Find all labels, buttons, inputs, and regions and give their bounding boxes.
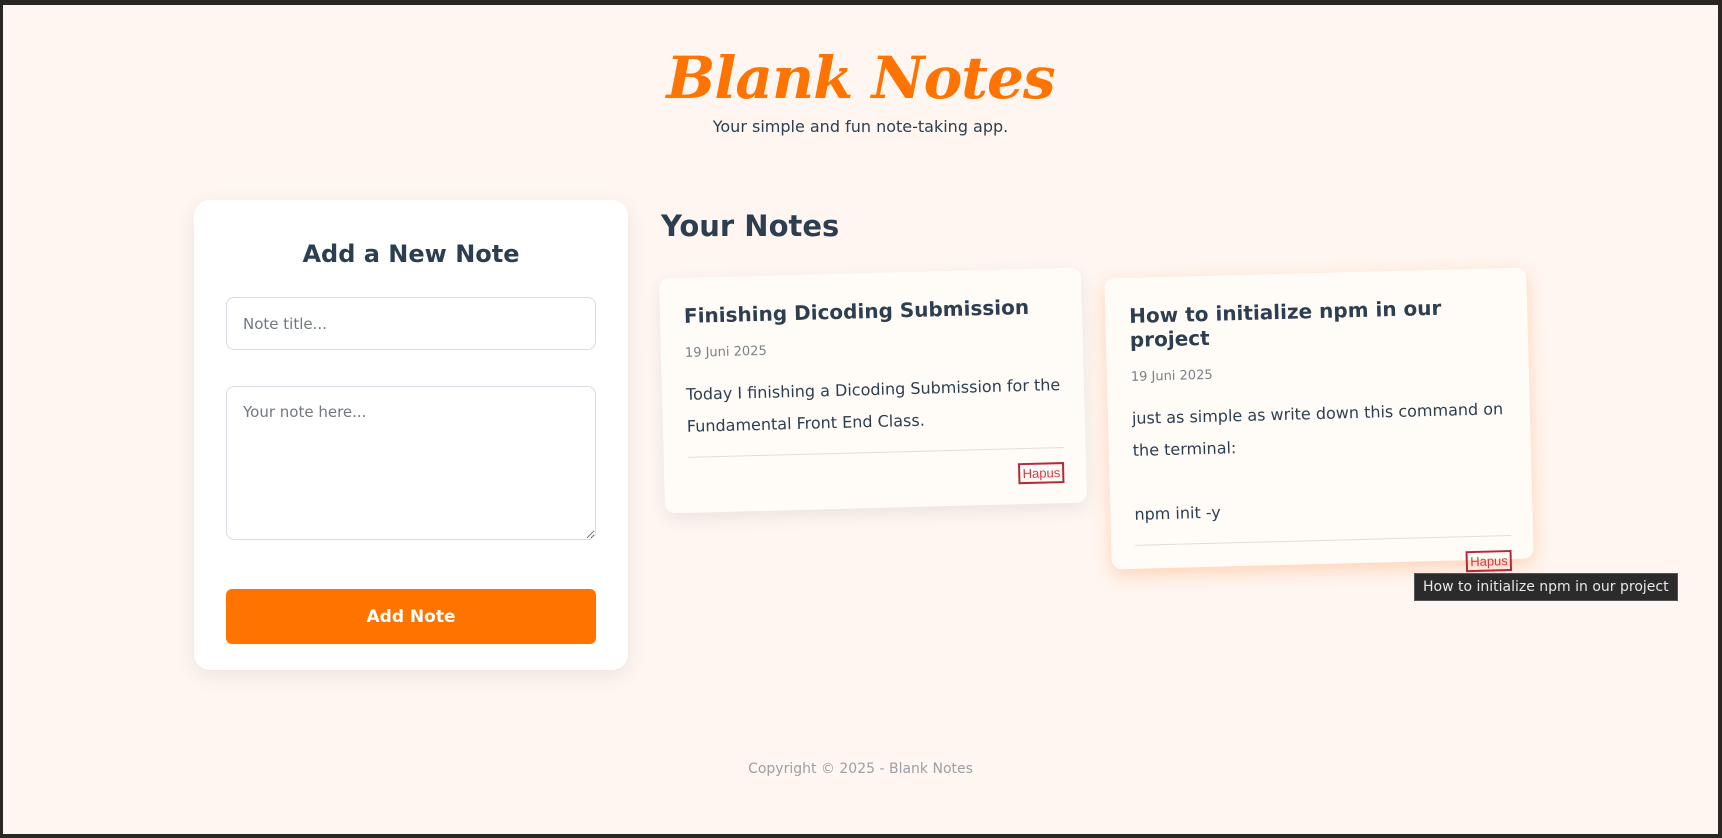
app-window: Blank Notes Your simple and fun note-tak…: [3, 5, 1718, 834]
note-date: 19 Juni 2025: [1130, 367, 1213, 385]
app-tagline: Your simple and fun note-taking app.: [712, 117, 1009, 136]
footer-copyright: Copyright © 2025 - Blank Notes: [748, 761, 973, 777]
note-card: Finishing Dicoding Submission 19 Juni 20…: [658, 267, 1088, 514]
delete-note-button[interactable]: Hapus: [1465, 550, 1513, 573]
add-note-button[interactable]: Add Note: [226, 589, 596, 644]
delete-note-button[interactable]: Hapus: [1018, 462, 1065, 485]
app-header: Blank Notes Your simple and fun note-tak…: [3, 43, 1718, 136]
form-title: Add a New Note: [302, 240, 520, 268]
note-title-tooltip: How to initialize npm in our project: [1415, 574, 1677, 600]
note-title-input[interactable]: [226, 297, 596, 350]
note-card: How to initialize npm in our project 19 …: [1104, 267, 1534, 573]
note-body: Today I finishing a Dicoding Submission …: [685, 375, 1061, 436]
note-title: How to initialize npm in our project: [1128, 295, 1442, 352]
notes-section-title: Your Notes: [661, 209, 840, 243]
add-note-form: Add a New Note Add Note: [194, 200, 628, 670]
note-date: 19 Juni 2025: [684, 343, 767, 361]
note-body: just as simple as write down this comman…: [1131, 399, 1504, 524]
note-divider: [687, 447, 1064, 458]
app-logo: Blank Notes: [666, 44, 1055, 112]
note-title: Finishing Dicoding Submission: [683, 294, 1030, 328]
note-actions: Hapus: [688, 462, 1065, 493]
note-divider: [1135, 535, 1512, 546]
note-body-textarea[interactable]: [226, 386, 596, 540]
